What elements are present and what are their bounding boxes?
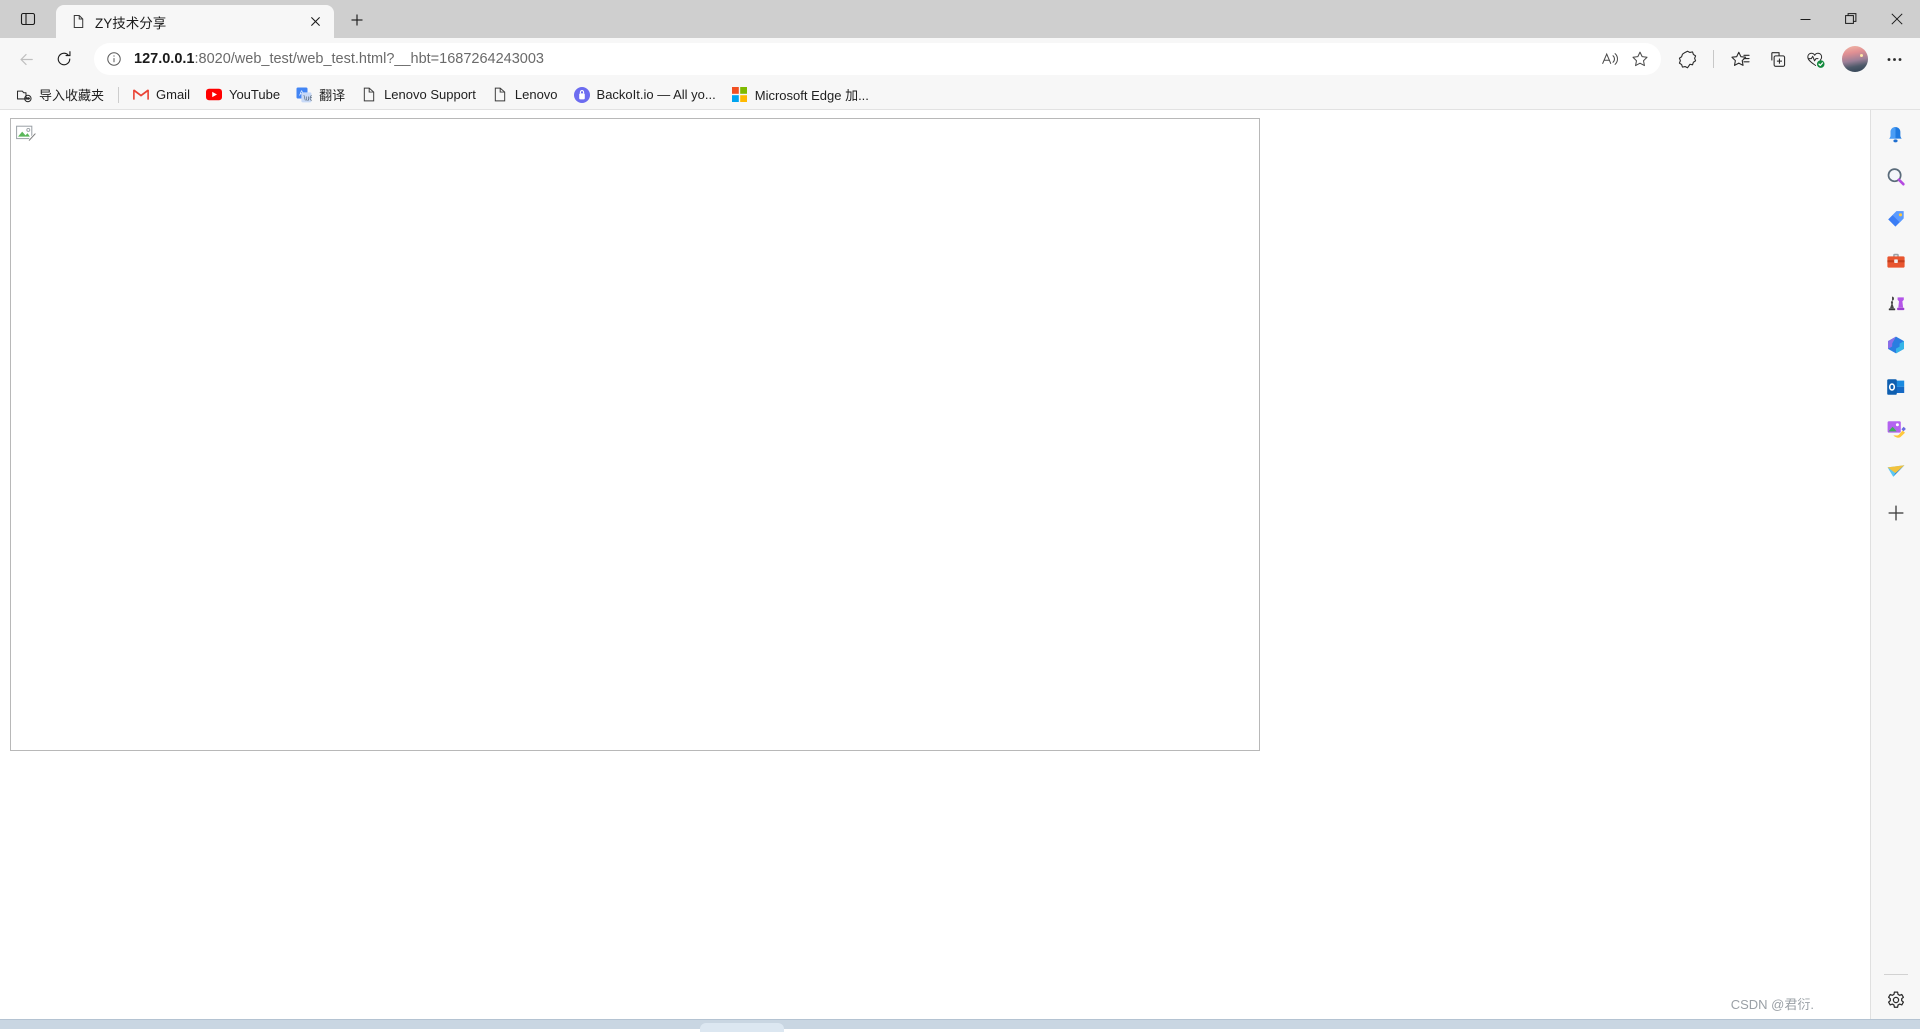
sidebar-item-image-creator[interactable] bbox=[1877, 410, 1915, 448]
new-tab-button[interactable] bbox=[340, 3, 374, 37]
bookmark-import-favorites[interactable]: 导入收藏夹 bbox=[8, 83, 112, 107]
bell-icon bbox=[1885, 125, 1906, 146]
info-circle-icon[interactable] bbox=[100, 45, 128, 73]
bookmark-youtube[interactable]: YouTube bbox=[198, 83, 288, 107]
bookmark-backoit[interactable]: BackoIt.io — All yo... bbox=[566, 83, 724, 107]
import-favorites-icon bbox=[16, 87, 32, 103]
page-content-box bbox=[10, 118, 1260, 751]
taskbar-active-window-pill[interactable] bbox=[700, 1023, 784, 1032]
youtube-icon bbox=[206, 87, 222, 103]
sidebar-item-search[interactable] bbox=[1877, 158, 1915, 196]
sidebar-item-office[interactable] bbox=[1877, 326, 1915, 364]
browser-essentials-icon[interactable] bbox=[1798, 43, 1834, 75]
address-bar[interactable]: 127.0.0.1:8020/web_test/web_test.html?__… bbox=[94, 43, 1661, 75]
url-path: :8020/web_test/web_test.html?__hbt=16872… bbox=[194, 51, 544, 67]
refresh-button[interactable] bbox=[46, 43, 82, 75]
plus-icon bbox=[1887, 504, 1905, 522]
url-host: 127.0.0.1 bbox=[134, 51, 194, 67]
title-bar: ZY技术分享 bbox=[0, 0, 1920, 38]
sidebar-item-notifications[interactable] bbox=[1877, 116, 1915, 154]
toolbar-divider bbox=[1713, 50, 1714, 68]
favorites-icon[interactable] bbox=[1722, 43, 1758, 75]
bookmark-label: YouTube bbox=[229, 87, 280, 102]
paper-plane-icon bbox=[1885, 460, 1907, 482]
sidebar-item-drop[interactable] bbox=[1877, 452, 1915, 490]
profile-avatar[interactable] bbox=[1838, 42, 1872, 76]
bookmark-label: 导入收藏夹 bbox=[39, 85, 104, 104]
sidebar-item-games[interactable] bbox=[1877, 284, 1915, 322]
back-button[interactable] bbox=[8, 43, 44, 75]
os-taskbar bbox=[0, 1019, 1920, 1029]
browser-toolbar: 127.0.0.1:8020/web_test/web_test.html?__… bbox=[0, 38, 1920, 80]
avatar bbox=[1842, 46, 1868, 72]
bookmark-label: Microsoft Edge 加... bbox=[755, 85, 869, 104]
sidebar-settings-button[interactable] bbox=[1877, 981, 1915, 1019]
tab-actions-container bbox=[0, 0, 56, 38]
settings-and-more-button[interactable] bbox=[1876, 43, 1912, 75]
gear-icon bbox=[1886, 990, 1906, 1010]
minimize-button[interactable] bbox=[1782, 0, 1828, 38]
bookmark-gmail[interactable]: Gmail bbox=[125, 83, 198, 107]
browser-tab[interactable]: ZY技术分享 bbox=[56, 5, 334, 38]
image-editor-icon bbox=[1885, 418, 1907, 440]
window-controls bbox=[1782, 0, 1920, 38]
edge-sidebar bbox=[1870, 110, 1920, 1029]
svg-text:\u6587: \u6587 bbox=[304, 95, 312, 102]
bookmark-label: 翻译 bbox=[319, 85, 345, 104]
gmail-icon bbox=[133, 87, 149, 103]
bookmarks-bar: 导入收藏夹 Gmail YouTube A \u6587 bbox=[0, 80, 1920, 110]
favorite-star-icon[interactable] bbox=[1625, 45, 1655, 73]
sidebar-item-tools[interactable] bbox=[1877, 242, 1915, 280]
watermark-text: CSDN @君衍. bbox=[1731, 994, 1814, 1013]
outlook-icon bbox=[1885, 376, 1907, 398]
bookmark-translate[interactable]: A \u6587 翻译 bbox=[288, 83, 353, 107]
backoit-icon bbox=[574, 87, 590, 103]
microsoft-icon bbox=[732, 87, 748, 103]
close-window-button[interactable] bbox=[1874, 0, 1920, 38]
document-icon bbox=[361, 87, 377, 103]
bookmark-label: Gmail bbox=[156, 87, 190, 102]
maximize-restore-button[interactable] bbox=[1828, 0, 1874, 38]
sidebar-item-outlook[interactable] bbox=[1877, 368, 1915, 406]
search-bing-icon bbox=[1885, 166, 1907, 188]
bookmark-label: Lenovo bbox=[515, 87, 558, 102]
sidebar-item-customize[interactable] bbox=[1877, 494, 1915, 532]
briefcase-icon bbox=[1885, 250, 1907, 272]
bookmark-label: Lenovo Support bbox=[384, 87, 476, 102]
microsoft-365-icon bbox=[1885, 334, 1907, 356]
tab-title: ZY技术分享 bbox=[95, 12, 295, 32]
web-page-viewport: CSDN @君衍. bbox=[0, 110, 1870, 1029]
document-icon bbox=[492, 87, 508, 103]
tab-actions-icon[interactable] bbox=[14, 5, 42, 33]
chess-icon bbox=[1885, 292, 1907, 314]
shopping-tag-icon bbox=[1885, 208, 1907, 230]
translate-icon: A \u6587 bbox=[296, 87, 312, 103]
broken-image-icon bbox=[16, 124, 36, 144]
bookmark-microsoft-edge-addons[interactable]: Microsoft Edge 加... bbox=[724, 83, 877, 107]
collections-icon[interactable] bbox=[1760, 43, 1796, 75]
url-display[interactable]: 127.0.0.1:8020/web_test/web_test.html?__… bbox=[128, 51, 1595, 67]
read-aloud-icon[interactable] bbox=[1595, 45, 1625, 73]
bookmark-lenovo[interactable]: Lenovo bbox=[484, 83, 566, 107]
sidebar-divider bbox=[1884, 974, 1908, 975]
bookmark-label: BackoIt.io — All yo... bbox=[597, 87, 716, 102]
bookmark-lenovo-support[interactable]: Lenovo Support bbox=[353, 83, 484, 107]
bookmarks-divider bbox=[118, 87, 119, 103]
document-icon bbox=[70, 14, 86, 30]
close-tab-icon[interactable] bbox=[304, 11, 326, 33]
page-area: CSDN @君衍. bbox=[0, 110, 1920, 1029]
extensions-icon[interactable] bbox=[1669, 43, 1705, 75]
sidebar-item-shopping[interactable] bbox=[1877, 200, 1915, 238]
